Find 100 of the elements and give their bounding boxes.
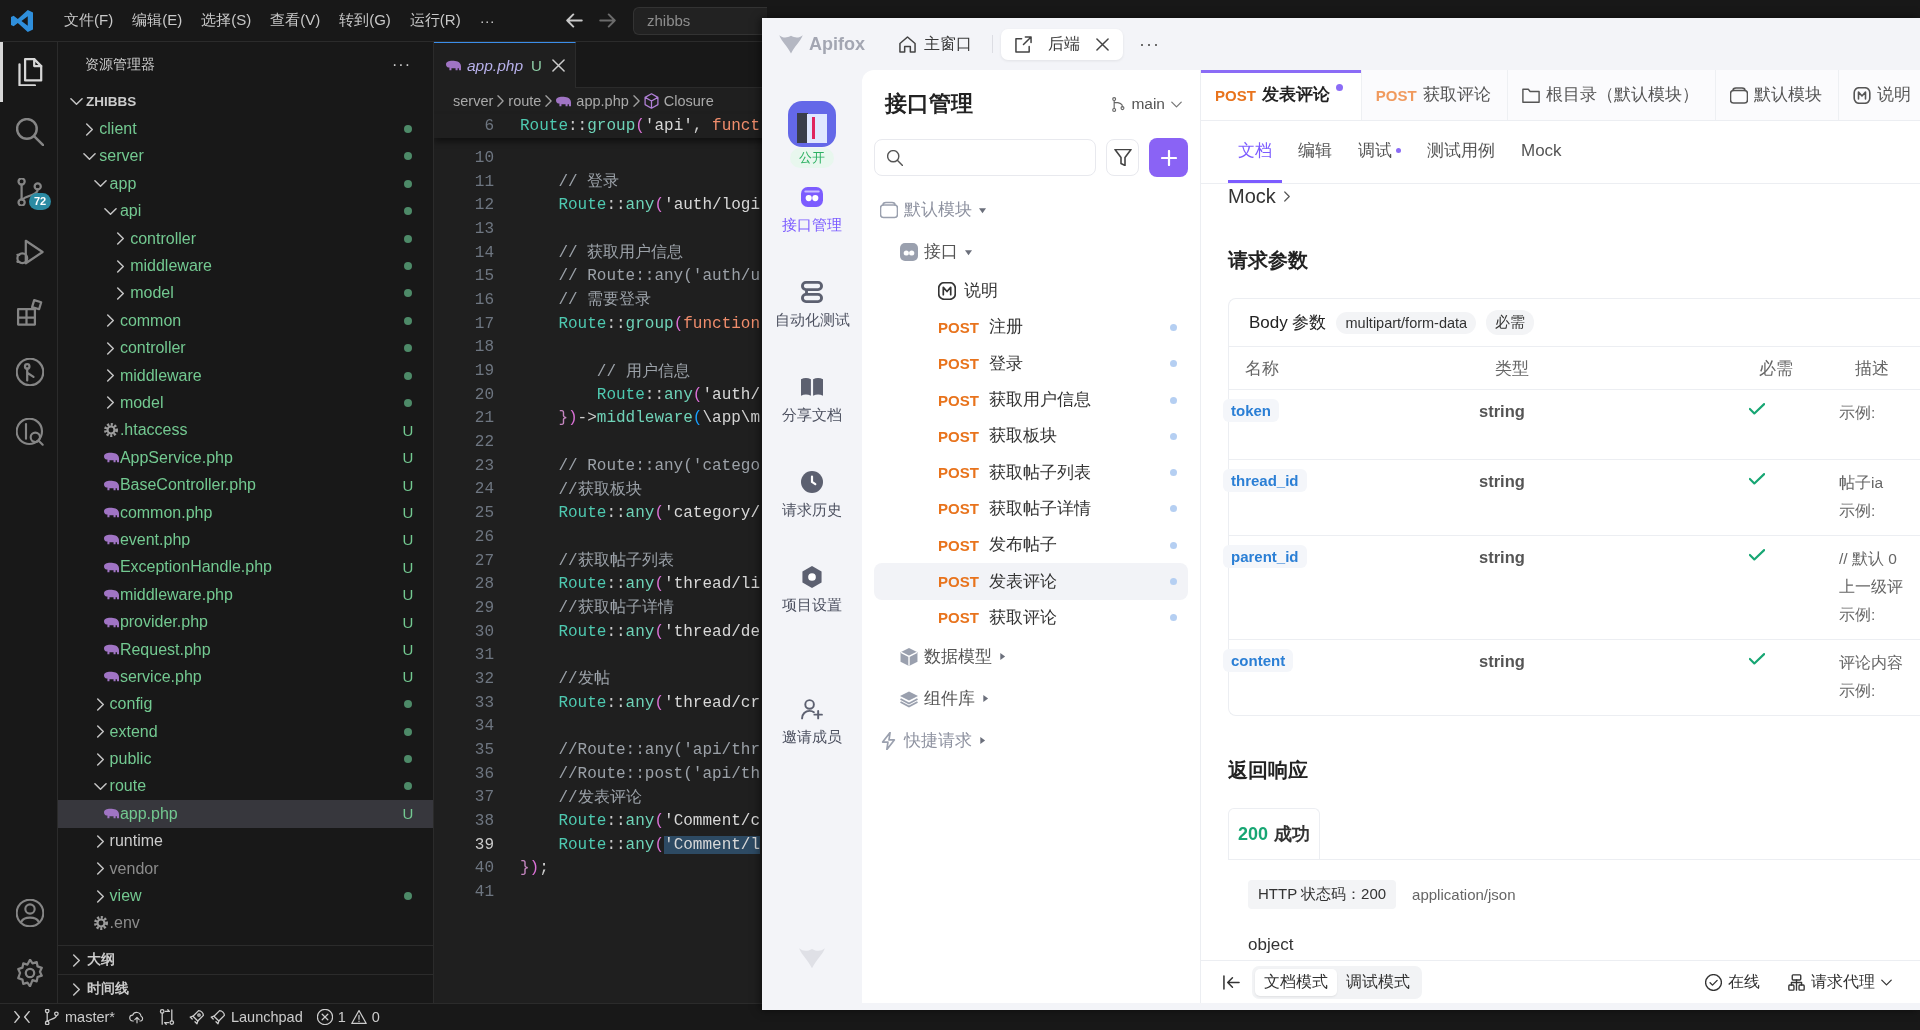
response-tab[interactable]: 200 成功 [1228, 808, 1321, 859]
explorer-item[interactable]: model [58, 389, 433, 417]
menu-item[interactable]: ··· [479, 12, 495, 29]
breadcrumb-item[interactable]: app.php [556, 93, 629, 109]
document-tab[interactable]: 根目录（默认模块） [1507, 70, 1716, 120]
nav-item[interactable]: 项目设置 [764, 566, 860, 661]
document-tab[interactable]: 说明 [1838, 70, 1920, 120]
nav-item[interactable]: 接口管理 [764, 186, 860, 281]
api-tree-item[interactable]: POST 获取板块 [874, 418, 1188, 455]
menu-item[interactable]: 文件(F) [64, 11, 114, 30]
api-tree-item[interactable]: 说明 [874, 273, 1188, 310]
explorer-item[interactable]: client [58, 115, 433, 143]
explorer-item[interactable]: public [58, 745, 433, 773]
remote-icon[interactable] [14, 1009, 30, 1025]
back-arrow-icon[interactable] [566, 13, 583, 28]
explorer-item[interactable]: middleware [58, 252, 433, 280]
explorer-item[interactable]: .htaccess U [58, 416, 433, 445]
menu-item[interactable]: 运行(R) [409, 11, 461, 30]
forward-arrow-icon[interactable] [599, 13, 616, 28]
explorer-item[interactable]: AppService.php U [58, 444, 433, 472]
filter-button[interactable] [1105, 139, 1140, 176]
explorer-item[interactable]: app.php U [58, 800, 433, 828]
nav-item[interactable]: 邀请成员 [764, 698, 860, 793]
mode-option[interactable]: 文档模式 [1255, 968, 1337, 996]
view-tab[interactable]: 测试用例 [1417, 121, 1505, 183]
project-avatar-icon[interactable] [788, 101, 836, 147]
view-tab[interactable]: 调试 [1348, 121, 1411, 183]
workspace-header[interactable]: ZHIBBS [58, 88, 433, 116]
view-tab[interactable]: 文档 [1228, 121, 1282, 183]
explorer-item[interactable]: model [58, 279, 433, 308]
api-tree-item[interactable]: 组件库 [874, 677, 1188, 720]
close-icon[interactable] [1096, 37, 1109, 51]
explorer-item[interactable]: ExceptionHandle.php U [58, 553, 433, 582]
branch-status[interactable]: master* [44, 1009, 115, 1025]
explorer-item[interactable]: provider.php U [58, 608, 433, 636]
proxy-dropdown[interactable]: 请求代理 [1788, 971, 1892, 993]
collapse-icon[interactable] [1223, 973, 1240, 991]
add-button[interactable] [1149, 138, 1188, 177]
explorer-item[interactable]: server [58, 142, 433, 171]
api-tree-item[interactable]: POST 登录 [874, 345, 1188, 382]
api-tree-item[interactable]: POST 注册 [874, 309, 1188, 346]
breadcrumb-item[interactable]: route [508, 93, 542, 109]
online-status[interactable]: 在线 [1705, 971, 1760, 993]
api-tree-item[interactable]: 数据模型 [874, 635, 1188, 678]
document-tab[interactable]: POST 获取评论 [1361, 70, 1508, 120]
activity-bar-button[interactable]: 72 [0, 162, 57, 222]
explorer-item[interactable]: view [58, 882, 433, 910]
nav-item[interactable]: 分享文档 [764, 376, 860, 471]
breadcrumb-item[interactable]: server [453, 93, 494, 109]
launchpad-status[interactable]: Launchpad [188, 1009, 303, 1025]
api-tree-item[interactable]: POST 获取用户信息 [874, 381, 1188, 419]
menu-item[interactable]: 选择(S) [201, 11, 252, 30]
explorer-item[interactable]: extend [58, 718, 433, 746]
explorer-item[interactable]: route [58, 772, 433, 801]
explorer-item[interactable]: api [58, 197, 433, 225]
window-tab[interactable]: 后端 [1001, 28, 1123, 60]
api-tree-item[interactable]: POST 获取帖子列表 [874, 454, 1188, 491]
explorer-item[interactable]: app [58, 170, 433, 198]
problems-status[interactable]: 1 0 [316, 1009, 380, 1025]
breadcrumb-item[interactable]: Closure [643, 93, 714, 109]
cloud-upload-icon[interactable] [128, 1009, 145, 1025]
menu-item[interactable]: 转到(G) [339, 11, 391, 30]
explorer-item[interactable]: Request.php U [58, 635, 433, 664]
api-tree-item[interactable]: POST 获取帖子详情 [874, 490, 1188, 528]
menu-item[interactable]: 查看(V) [270, 11, 321, 30]
explorer-item[interactable]: common.php U [58, 498, 433, 527]
compare-icon[interactable] [158, 1009, 175, 1025]
breadcrumb-link[interactable]: Mock [1228, 184, 1290, 208]
menu-item[interactable]: 编辑(E) [132, 11, 183, 30]
api-tree-item[interactable]: POST 发表评论 [874, 563, 1188, 600]
section-header[interactable]: 大纲 [58, 945, 433, 974]
nav-item[interactable]: 请求历史 [764, 471, 860, 566]
search-field[interactable] [874, 139, 1096, 176]
explorer-item[interactable]: .env [58, 909, 433, 938]
explorer-item[interactable]: middleware [58, 361, 433, 390]
command-search-field[interactable]: zhibbs [633, 6, 767, 35]
view-tab[interactable]: 编辑 [1288, 121, 1342, 183]
mode-option[interactable]: 调试模式 [1337, 968, 1419, 996]
explorer-item[interactable]: event.php U [58, 526, 433, 554]
document-tab[interactable]: POST 发表评论 [1201, 70, 1362, 120]
api-tree-item[interactable]: POST 获取评论 [874, 599, 1188, 636]
explorer-item[interactable]: config [58, 690, 433, 718]
explorer-item[interactable]: BaseController.php U [58, 471, 433, 499]
branch-dropdown[interactable]: main [1112, 95, 1182, 113]
nav-item[interactable]: 自动化测试 [764, 281, 860, 376]
explorer-item[interactable]: middleware.php U [58, 581, 433, 609]
explorer-item[interactable]: controller [58, 334, 433, 362]
explorer-item[interactable]: controller [58, 224, 433, 253]
more-button[interactable]: ··· [1139, 33, 1160, 55]
view-tab[interactable]: Mock [1511, 121, 1572, 183]
explorer-item[interactable]: runtime [58, 827, 433, 855]
explorer-item[interactable]: common [58, 307, 433, 335]
api-tree-item[interactable]: 接口 [874, 231, 1188, 273]
explorer-item[interactable]: service.php U [58, 663, 433, 691]
section-header[interactable]: 时间线 [58, 974, 433, 1003]
document-tab[interactable]: 默认模块 [1715, 70, 1839, 120]
editor-tab[interactable]: app.php U [434, 42, 576, 88]
more-button[interactable]: ··· [392, 56, 411, 74]
window-tab[interactable]: 主窗口 [887, 28, 984, 60]
explorer-item[interactable]: vendor [58, 854, 433, 883]
